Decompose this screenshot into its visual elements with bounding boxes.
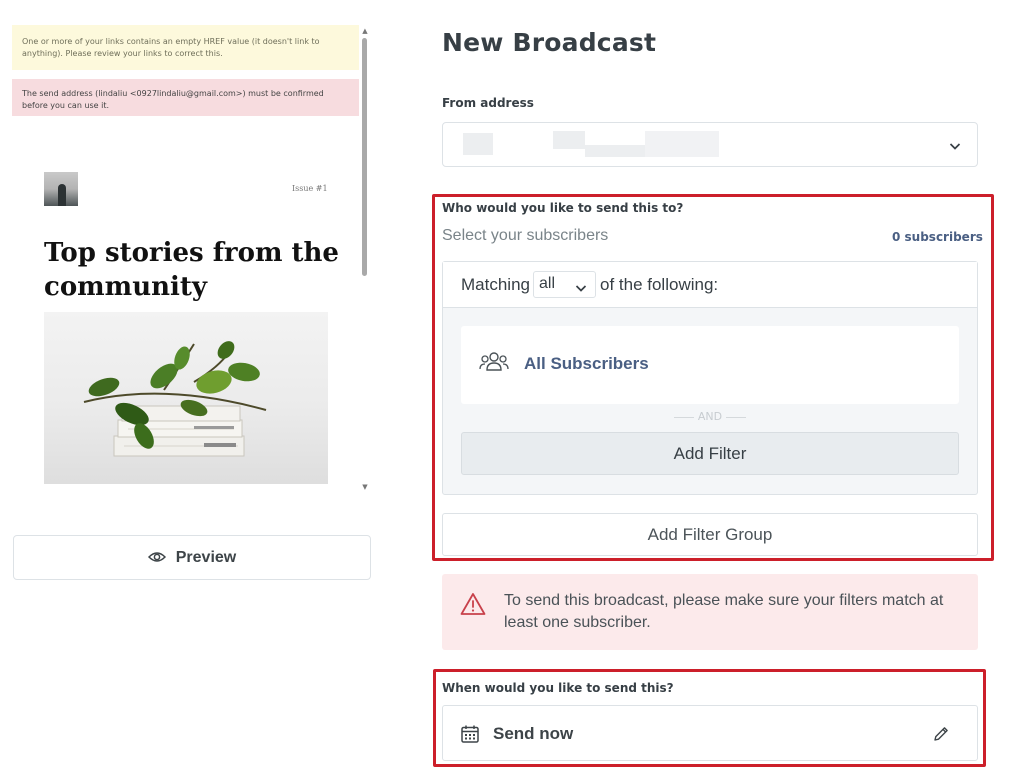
recipients-question: Who would you like to send this to? <box>442 201 684 215</box>
send-now-label: Send now <box>493 724 574 743</box>
filter-group-panel: Matching all of the following: All Subsc… <box>442 261 978 495</box>
href-warning-notice: One or more of your links contains an em… <box>12 25 359 70</box>
email-preview-frame[interactable]: One or more of your links contains an em… <box>12 22 370 494</box>
obscured-address-segment <box>463 133 493 155</box>
users-group-icon <box>479 351 509 377</box>
matching-mode-value: all <box>539 275 556 292</box>
from-address-label: From address <box>442 96 534 110</box>
warning-triangle-icon <box>460 592 486 620</box>
from-address-select[interactable] <box>442 122 978 167</box>
schedule-question: When would you like to send this? <box>442 681 674 695</box>
chevron-down-icon <box>949 137 961 156</box>
send-address-warning-notice: The send address (lindaliu <0927lindaliu… <box>12 79 359 116</box>
scroll-up-arrow-icon[interactable]: ▲ <box>360 26 370 36</box>
email-issue-label: Issue #1 <box>292 184 328 193</box>
page-title: New Broadcast <box>442 28 657 57</box>
send-schedule-option[interactable]: Send now <box>442 705 978 761</box>
email-preview-column: One or more of your links contains an em… <box>0 0 400 769</box>
scrollbar-thumb[interactable] <box>362 38 367 276</box>
eye-icon <box>147 548 166 567</box>
email-logo-image <box>44 172 78 206</box>
and-divider: AND <box>443 408 977 426</box>
no-subscribers-warning: To send this broadcast, please make sure… <box>442 574 978 650</box>
calendar-icon <box>460 724 480 748</box>
obscured-address-segment <box>645 131 719 157</box>
matching-mode-select[interactable]: all <box>533 271 596 298</box>
add-filter-button[interactable]: Add Filter <box>461 432 959 475</box>
preview-scrollbar[interactable]: ▲ ▼ <box>360 24 370 494</box>
subscriber-count: 0 subscribers <box>892 230 983 244</box>
all-subscribers-label: All Subscribers <box>524 354 649 373</box>
scroll-down-arrow-icon[interactable]: ▼ <box>360 482 370 492</box>
warning-message: To send this broadcast, please make sure… <box>504 592 944 631</box>
email-hero-image <box>44 312 328 484</box>
obscured-address-segment <box>553 131 585 149</box>
pencil-icon[interactable] <box>932 725 950 747</box>
and-divider-label: AND <box>697 410 723 423</box>
obscured-address-segment <box>585 145 645 157</box>
matching-prefix: Matching <box>461 275 530 294</box>
add-filter-group-button[interactable]: Add Filter Group <box>442 513 978 556</box>
matching-suffix: of the following: <box>600 275 719 294</box>
filter-group-header: Matching all of the following: <box>443 262 977 308</box>
preview-button[interactable]: Preview <box>13 535 371 580</box>
all-subscribers-filter[interactable]: All Subscribers <box>461 326 959 404</box>
email-headline: Top stories from the community <box>44 238 339 302</box>
preview-button-label: Preview <box>175 548 237 566</box>
chevron-down-icon <box>575 279 587 298</box>
select-subscribers-text: Select your subscribers <box>442 227 609 244</box>
